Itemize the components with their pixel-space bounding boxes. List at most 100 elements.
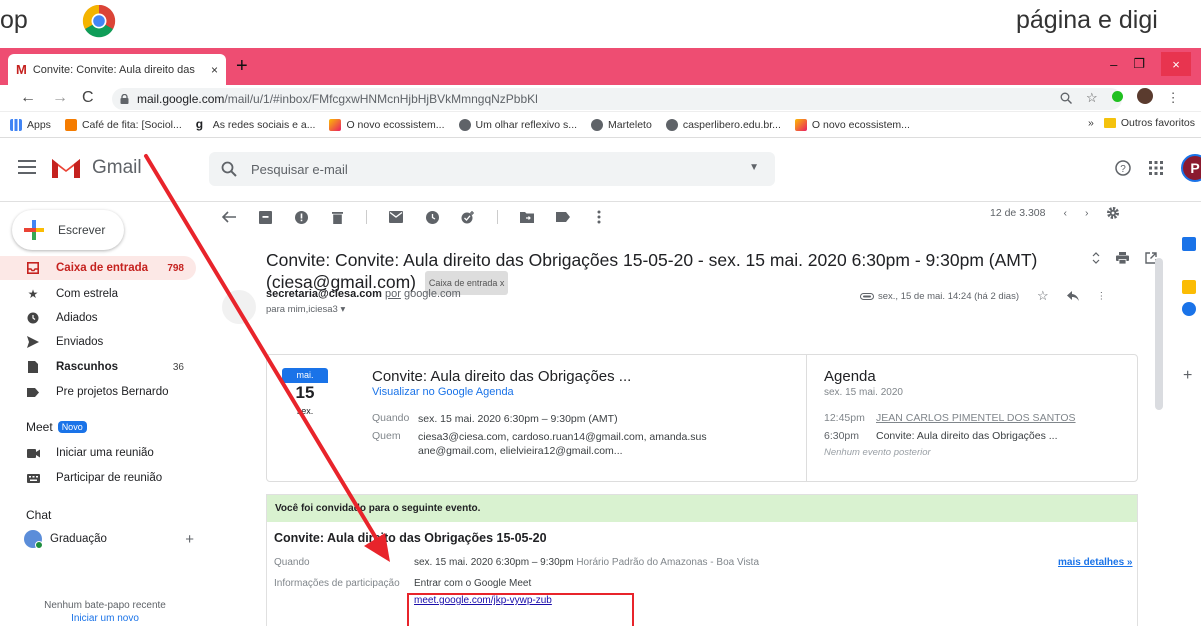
via-link[interactable]: por	[385, 288, 401, 300]
bookmark-cafe-de-fita[interactable]: Café de fita: [Sociol...	[64, 118, 182, 131]
profile-icon[interactable]	[1136, 88, 1153, 107]
window-close-button[interactable]: ×	[1161, 52, 1191, 76]
card-divider	[806, 354, 807, 482]
sidebar-item-snoozed[interactable]: Adiados	[0, 306, 196, 330]
view-in-calendar-link[interactable]: Visualizar no Google Agenda	[372, 386, 514, 398]
star-icon[interactable]: ☆	[1037, 288, 1049, 304]
report-spam-icon[interactable]	[294, 210, 308, 224]
extension-icon[interactable]	[1111, 90, 1123, 105]
bookmark-olhar-reflexivo[interactable]: Um olhar reflexivo s...	[458, 118, 577, 131]
gmail-favicon-icon: M	[16, 62, 27, 77]
figure-icon	[329, 118, 342, 131]
sidebar-item-starred[interactable]: ★ Com estrela	[0, 282, 196, 306]
older-button[interactable]: ›	[1085, 207, 1089, 219]
sidebar-item-sent[interactable]: Enviados	[0, 330, 196, 354]
more-details-link[interactable]: mais detalhes »	[1058, 557, 1132, 568]
header-actions: ? P	[1115, 154, 1201, 182]
tasks-app-icon[interactable]	[1182, 302, 1196, 316]
maximize-button[interactable]: ❐	[1133, 56, 1145, 72]
pagination: 12 de 3.308 ‹ ›	[990, 206, 1120, 220]
invite-when: Quando sex. 15 mai. 2020 6:30pm – 9:30pm…	[372, 412, 618, 425]
apps-grid-icon[interactable]	[1149, 161, 1163, 175]
print-icon[interactable]	[1116, 252, 1129, 264]
compose-button[interactable]: Escrever	[12, 210, 124, 250]
bookmark-marteleto[interactable]: Marteleto	[591, 118, 652, 131]
search-input[interactable]: Pesquisar e-mail ▼	[209, 152, 775, 186]
snooze-icon[interactable]	[425, 210, 439, 224]
sender-email[interactable]: secretaria@ciesa.com	[266, 288, 382, 300]
browser-tab[interactable]: M Convite: Convite: Aula direito das ×	[8, 54, 226, 85]
meet-start-meeting[interactable]: Iniciar uma reunião	[0, 441, 196, 465]
back-icon[interactable]: ←	[20, 89, 36, 107]
zoom-icon[interactable]	[1060, 92, 1072, 104]
keep-app-icon[interactable]	[1182, 280, 1196, 294]
other-bookmarks-button[interactable]: Outros favoritos	[1103, 117, 1195, 129]
scrollbar[interactable]	[1155, 258, 1163, 410]
chrome-logo-icon	[82, 4, 116, 38]
search-options-icon[interactable]: ▼	[749, 162, 759, 173]
move-to-icon[interactable]	[520, 210, 534, 224]
gmail-logo-icon[interactable]	[50, 156, 82, 180]
search-placeholder: Pesquisar e-mail	[251, 161, 348, 177]
star-icon: ★	[27, 287, 39, 301]
label-icon	[26, 385, 40, 399]
calendar-weekday: sex.	[296, 406, 314, 416]
sender-line: secretaria@ciesa.com por google.com	[266, 288, 461, 300]
delete-icon[interactable]	[330, 210, 344, 224]
labels-icon[interactable]	[556, 210, 570, 224]
meet-join-meeting[interactable]: Participar de reunião	[0, 466, 196, 490]
minimize-button[interactable]: –	[1110, 57, 1117, 72]
menu-dots-icon[interactable]: ⋮	[1167, 90, 1180, 106]
archive-icon[interactable]	[258, 210, 272, 224]
calendar-date-icon: mai. 15 sex.	[282, 368, 332, 428]
newer-button[interactable]: ‹	[1063, 207, 1067, 219]
start-new-chat-link[interactable]: Iniciar um novo	[0, 613, 210, 624]
email-date: sex., 15 de mai. 14:24 (há 2 dias)	[878, 290, 1019, 302]
figure-icon	[794, 118, 807, 131]
calendar-app-icon[interactable]	[1182, 237, 1196, 251]
reply-icon[interactable]	[1066, 291, 1079, 301]
reload-icon[interactable]: C	[82, 89, 94, 107]
add-task-icon[interactable]	[461, 210, 475, 224]
bookmark-redes-sociais[interactable]: g As redes sociais e a...	[195, 118, 315, 131]
add-addon-icon[interactable]: +	[1183, 367, 1192, 385]
more-options-icon[interactable]: ⋮	[1097, 291, 1107, 302]
bookmark-star-icon[interactable]: ☆	[1086, 90, 1098, 106]
recipient-dropdown[interactable]: para mim,iciesa3 ▾	[266, 304, 345, 315]
invitation-join-info: Informações de participação Entrar com o…	[274, 578, 532, 589]
main-menu-icon[interactable]	[18, 160, 36, 174]
date-line: sex., 15 de mai. 14:24 (há 2 dias) ☆ ⋮	[860, 288, 1106, 304]
globe-icon	[591, 118, 604, 131]
background-text-right: página e digi	[1016, 6, 1158, 34]
more-options-icon[interactable]	[592, 210, 606, 224]
expand-all-icon[interactable]	[1092, 252, 1100, 264]
sidebar-item-inbox[interactable]: Caixa de entrada 798	[0, 256, 196, 280]
chat-contact[interactable]: Graduação +	[24, 530, 194, 549]
annotation-box	[407, 593, 634, 626]
url-input[interactable]: mail.google.com/mail/u/1/#inbox/FMfcgxwH…	[112, 88, 1122, 110]
bookmark-casperlibero[interactable]: casperlibero.edu.br...	[665, 118, 781, 131]
more-bookmarks-button[interactable]: »	[1088, 117, 1094, 129]
forward-icon[interactable]: →	[52, 89, 68, 107]
back-to-inbox-icon[interactable]	[222, 210, 236, 224]
settings-gear-icon[interactable]	[1106, 206, 1120, 220]
omnibox-actions: ☆ ⋮	[1060, 88, 1180, 107]
bookmark-novo-ecossistema-2[interactable]: O novo ecossistem...	[794, 118, 910, 131]
close-tab-icon[interactable]: ×	[211, 63, 218, 77]
new-badge: Novo	[57, 421, 87, 433]
add-chat-icon[interactable]: +	[185, 531, 194, 548]
tab-title: Convite: Convite: Aula direito das	[32, 63, 195, 76]
bookmark-novo-ecossistema[interactable]: O novo ecossistem...	[329, 118, 445, 131]
invitation-title: Convite: Aula direito das Obrigações 15-…	[274, 531, 547, 545]
mark-unread-icon[interactable]	[389, 210, 403, 224]
help-icon[interactable]: ?	[1115, 160, 1131, 176]
chat-avatar	[24, 530, 43, 549]
new-tab-button[interactable]: +	[236, 55, 248, 78]
agenda-event-row[interactable]: 6:30pm Convite: Aula direito das Obrigaç…	[824, 430, 1058, 442]
avatar[interactable]: P	[1181, 154, 1201, 182]
attachment-icon	[860, 292, 874, 300]
sidebar-item-drafts[interactable]: Rascunhos 36	[0, 355, 196, 379]
sidebar-item-pre-projetos[interactable]: Pre projetos Bernardo	[0, 380, 196, 404]
agenda-event-row[interactable]: 12:45pm JEAN CARLOS PIMENTEL DOS SANTOS	[824, 412, 1076, 424]
bookmark-apps[interactable]: Apps	[10, 118, 51, 131]
